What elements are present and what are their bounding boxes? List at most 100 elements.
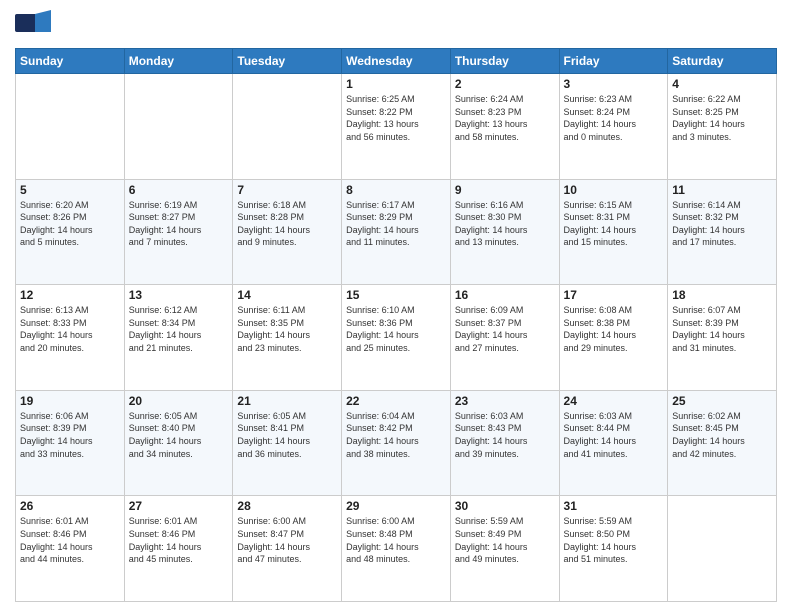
day-number: 30 <box>455 499 555 513</box>
calendar-cell: 8 Sunrise: 6:17 AMSunset: 8:29 PMDaylight… <box>342 179 451 285</box>
day-number: 22 <box>346 394 446 408</box>
day-number: 8 <box>346 183 446 197</box>
day-info: Sunrise: 6:19 AMSunset: 8:27 PMDaylight:… <box>129 199 229 249</box>
day-info: Sunrise: 6:11 AMSunset: 8:35 PMDaylight:… <box>237 304 337 354</box>
calendar-cell: 29 Sunrise: 6:00 AMSunset: 8:48 PMDayligh… <box>342 496 451 602</box>
calendar-cell: 1 Sunrise: 6:25 AMSunset: 8:22 PMDaylight… <box>342 74 451 180</box>
day-info: Sunrise: 6:13 AMSunset: 8:33 PMDaylight:… <box>20 304 120 354</box>
calendar: SundayMondayTuesdayWednesdayThursdayFrid… <box>15 48 777 602</box>
calendar-cell <box>16 74 125 180</box>
day-info: Sunrise: 6:05 AMSunset: 8:40 PMDaylight:… <box>129 410 229 460</box>
day-info: Sunrise: 6:16 AMSunset: 8:30 PMDaylight:… <box>455 199 555 249</box>
day-info: Sunrise: 6:01 AMSunset: 8:46 PMDaylight:… <box>20 515 120 565</box>
weekday-header: Friday <box>559 49 668 74</box>
day-info: Sunrise: 6:08 AMSunset: 8:38 PMDaylight:… <box>564 304 664 354</box>
calendar-cell: 16 Sunrise: 6:09 AMSunset: 8:37 PMDayligh… <box>450 285 559 391</box>
day-number: 5 <box>20 183 120 197</box>
day-number: 6 <box>129 183 229 197</box>
day-number: 13 <box>129 288 229 302</box>
day-info: Sunrise: 6:23 AMSunset: 8:24 PMDaylight:… <box>564 93 664 143</box>
day-info: Sunrise: 6:05 AMSunset: 8:41 PMDaylight:… <box>237 410 337 460</box>
calendar-cell: 27 Sunrise: 6:01 AMSunset: 8:46 PMDayligh… <box>124 496 233 602</box>
day-number: 3 <box>564 77 664 91</box>
logo <box>15 10 55 40</box>
day-number: 20 <box>129 394 229 408</box>
day-number: 19 <box>20 394 120 408</box>
day-number: 28 <box>237 499 337 513</box>
logo-icon <box>15 10 51 40</box>
calendar-cell: 7Sunrise: 6:18 AMSunset: 8:28 PMDaylight… <box>233 179 342 285</box>
calendar-cell: 15Sunrise: 6:10 AMSunset: 8:36 PMDayligh… <box>342 285 451 391</box>
day-info: Sunrise: 6:25 AMSunset: 8:22 PMDaylight:… <box>346 93 446 143</box>
calendar-cell: 4Sunrise: 6:22 AMSunset: 8:25 PMDaylight… <box>668 74 777 180</box>
calendar-cell <box>668 496 777 602</box>
day-number: 29 <box>346 499 446 513</box>
day-info: Sunrise: 6:15 AMSunset: 8:31 PMDaylight:… <box>564 199 664 249</box>
calendar-cell <box>233 74 342 180</box>
day-number: 1 <box>346 77 446 91</box>
calendar-cell: 10 Sunrise: 6:15 AMSunset: 8:31 PMDayligh… <box>559 179 668 285</box>
day-info: Sunrise: 5:59 AMSunset: 8:49 PMDaylight:… <box>455 515 555 565</box>
calendar-cell: 24 Sunrise: 6:03 AMSunset: 8:44 PMDayligh… <box>559 390 668 496</box>
day-number: 21 <box>237 394 337 408</box>
weekday-header: Monday <box>124 49 233 74</box>
day-number: 26 <box>20 499 120 513</box>
day-info: Sunrise: 6:06 AMSunset: 8:39 PMDaylight:… <box>20 410 120 460</box>
weekday-header: Sunday <box>16 49 125 74</box>
calendar-week-row: 26 Sunrise: 6:01 AMSunset: 8:46 PMDayligh… <box>16 496 777 602</box>
calendar-cell: 19 Sunrise: 6:06 AMSunset: 8:39 PMDayligh… <box>16 390 125 496</box>
day-number: 14 <box>237 288 337 302</box>
day-info: Sunrise: 6:24 AMSunset: 8:23 PMDaylight:… <box>455 93 555 143</box>
day-number: 11 <box>672 183 772 197</box>
calendar-week-row: 12 Sunrise: 6:13 AMSunset: 8:33 PMDayligh… <box>16 285 777 391</box>
header <box>15 10 777 40</box>
calendar-cell: 11 Sunrise: 6:14 AMSunset: 8:32 PMDayligh… <box>668 179 777 285</box>
day-number: 17 <box>564 288 664 302</box>
weekday-header: Tuesday <box>233 49 342 74</box>
calendar-cell: 21 Sunrise: 6:05 AMSunset: 8:41 PMDayligh… <box>233 390 342 496</box>
day-info: Sunrise: 6:02 AMSunset: 8:45 PMDaylight:… <box>672 410 772 460</box>
calendar-cell: 26 Sunrise: 6:01 AMSunset: 8:46 PMDayligh… <box>16 496 125 602</box>
day-number: 18 <box>672 288 772 302</box>
calendar-cell: 30 Sunrise: 5:59 AMSunset: 8:49 PMDayligh… <box>450 496 559 602</box>
day-info: Sunrise: 6:12 AMSunset: 8:34 PMDaylight:… <box>129 304 229 354</box>
calendar-cell: 14 Sunrise: 6:11 AMSunset: 8:35 PMDayligh… <box>233 285 342 391</box>
day-info: Sunrise: 6:09 AMSunset: 8:37 PMDaylight:… <box>455 304 555 354</box>
day-info: Sunrise: 6:17 AMSunset: 8:29 PMDaylight:… <box>346 199 446 249</box>
calendar-cell: 18Sunrise: 6:07 AMSunset: 8:39 PMDayligh… <box>668 285 777 391</box>
weekday-header: Saturday <box>668 49 777 74</box>
calendar-cell: 13 Sunrise: 6:12 AMSunset: 8:34 PMDayligh… <box>124 285 233 391</box>
calendar-cell: 31Sunrise: 5:59 AMSunset: 8:50 PMDayligh… <box>559 496 668 602</box>
calendar-cell: 20 Sunrise: 6:05 AMSunset: 8:40 PMDayligh… <box>124 390 233 496</box>
calendar-cell: 2 Sunrise: 6:24 AMSunset: 8:23 PMDaylight… <box>450 74 559 180</box>
day-number: 7 <box>237 183 337 197</box>
calendar-cell: 22 Sunrise: 6:04 AMSunset: 8:42 PMDayligh… <box>342 390 451 496</box>
day-info: Sunrise: 5:59 AMSunset: 8:50 PMDaylight:… <box>564 515 664 565</box>
day-info: Sunrise: 6:01 AMSunset: 8:46 PMDaylight:… <box>129 515 229 565</box>
weekday-header: Thursday <box>450 49 559 74</box>
day-number: 23 <box>455 394 555 408</box>
calendar-header-row: SundayMondayTuesdayWednesdayThursdayFrid… <box>16 49 777 74</box>
day-info: Sunrise: 6:03 AMSunset: 8:44 PMDaylight:… <box>564 410 664 460</box>
day-info: Sunrise: 6:04 AMSunset: 8:42 PMDaylight:… <box>346 410 446 460</box>
calendar-cell: 28Sunrise: 6:00 AMSunset: 8:47 PMDayligh… <box>233 496 342 602</box>
day-number: 9 <box>455 183 555 197</box>
day-info: Sunrise: 6:03 AMSunset: 8:43 PMDaylight:… <box>455 410 555 460</box>
day-number: 24 <box>564 394 664 408</box>
calendar-cell: 9 Sunrise: 6:16 AMSunset: 8:30 PMDaylight… <box>450 179 559 285</box>
day-number: 10 <box>564 183 664 197</box>
weekday-header: Wednesday <box>342 49 451 74</box>
day-number: 12 <box>20 288 120 302</box>
day-info: Sunrise: 6:14 AMSunset: 8:32 PMDaylight:… <box>672 199 772 249</box>
day-number: 27 <box>129 499 229 513</box>
day-info: Sunrise: 6:00 AMSunset: 8:48 PMDaylight:… <box>346 515 446 565</box>
day-number: 2 <box>455 77 555 91</box>
calendar-cell: 3 Sunrise: 6:23 AMSunset: 8:24 PMDaylight… <box>559 74 668 180</box>
calendar-week-row: 1 Sunrise: 6:25 AMSunset: 8:22 PMDaylight… <box>16 74 777 180</box>
day-number: 15 <box>346 288 446 302</box>
calendar-cell: 17 Sunrise: 6:08 AMSunset: 8:38 PMDayligh… <box>559 285 668 391</box>
day-number: 16 <box>455 288 555 302</box>
calendar-week-row: 19 Sunrise: 6:06 AMSunset: 8:39 PMDayligh… <box>16 390 777 496</box>
calendar-cell <box>124 74 233 180</box>
calendar-cell: 25Sunrise: 6:02 AMSunset: 8:45 PMDayligh… <box>668 390 777 496</box>
